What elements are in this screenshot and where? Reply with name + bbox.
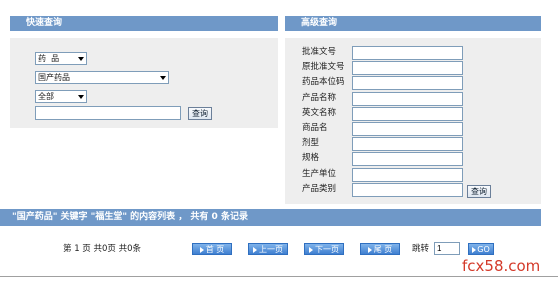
advanced-field-label: 商品名 [302,123,328,133]
advanced-field-input[interactable] [352,122,463,136]
first-page-label: 首 页 [205,245,225,254]
jump-label: 跳转 [412,244,430,254]
advanced-search-header: 高级查询 [285,16,541,31]
advanced-field-label: 生产单位 [302,169,337,179]
chevron-down-icon [160,76,166,80]
advanced-search-title: 高级查询 [301,18,338,28]
prev-page-label: 上一页 [259,245,283,254]
play-icon [253,246,257,253]
jump-page-input[interactable] [434,242,460,255]
quick-search-header: 快速查询 [10,16,278,31]
keyword-input[interactable] [35,106,181,120]
advanced-field-input[interactable] [352,168,463,182]
advanced-field-label: 英文名称 [302,108,337,118]
next-page-button[interactable]: 下一页 [304,243,344,255]
last-page-button[interactable]: 尾 页 [360,243,400,255]
quick-search-title: 快速查询 [26,18,63,28]
scope-select-value: 全部 [38,92,54,101]
source-select-value: 国产药品 [38,73,70,82]
last-page-label: 尾 页 [373,245,393,254]
play-icon [309,246,313,253]
watermark: fcx58.com [462,257,541,275]
go-label: GO [477,245,490,254]
prev-page-button[interactable]: 上一页 [248,243,288,255]
source-select[interactable]: 国产药品 [35,71,169,84]
advanced-field-label: 原批准文号 [302,62,345,72]
next-page-label: 下一页 [315,245,339,254]
advanced-field-label: 剂型 [302,138,320,148]
first-page-button[interactable]: 首 页 [192,243,232,255]
chevron-down-icon [78,95,84,99]
advanced-field-label: 产品类别 [302,184,337,194]
advanced-field-input[interactable] [352,46,463,60]
advanced-field-input[interactable] [352,92,463,106]
advanced-search-button[interactable]: 查询 [467,185,491,198]
category-select[interactable]: 药 品 [35,52,87,65]
advanced-field-label: 批准文号 [302,47,337,57]
footer-divider [0,276,558,277]
play-icon [472,246,477,253]
go-button[interactable]: GO [468,243,494,255]
advanced-field-label: 产品名称 [302,93,337,103]
advanced-field-label: 规格 [302,153,320,163]
play-icon [367,246,372,253]
results-header: "国产药品" 关键字 "福生堂" 的内容列表 ， 共有 0 条记录 [0,209,541,226]
advanced-field-input[interactable] [352,137,463,151]
results-summary: "国产药品" 关键字 "福生堂" 的内容列表 ， 共有 0 条记录 [12,212,248,222]
advanced-field-input[interactable] [352,183,463,197]
advanced-field-input[interactable] [352,61,463,75]
advanced-field-input[interactable] [352,76,463,90]
advanced-field-input[interactable] [352,107,463,121]
quick-search-button[interactable]: 查询 [188,107,212,120]
category-select-value: 药 品 [38,54,60,63]
play-icon [199,246,204,253]
pager-info: 第 1 页 共0页 共0条 [63,244,142,254]
scope-select[interactable]: 全部 [35,90,87,103]
advanced-field-input[interactable] [352,152,463,166]
advanced-field-label: 药品本位码 [302,77,345,87]
chevron-down-icon [78,57,84,61]
